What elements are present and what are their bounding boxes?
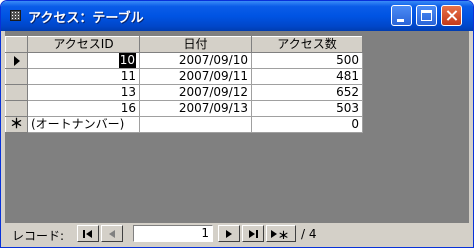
select-all-button[interactable] bbox=[5, 36, 28, 53]
header-row: アクセスID 日付 アクセス数 bbox=[5, 36, 363, 53]
row-selector[interactable] bbox=[5, 84, 28, 101]
datasheet-grid: アクセスID 日付 アクセス数 10 2007/09/10 500 11 200… bbox=[5, 36, 363, 133]
record-label: レコード: bbox=[12, 229, 65, 243]
datasheet-icon[interactable] bbox=[10, 10, 21, 21]
window-title: アクセス：テーブル bbox=[28, 11, 144, 26]
next-record-icon bbox=[226, 229, 232, 238]
record-navigation-bar: レコード: 1 ＊ / 4 bbox=[5, 223, 469, 245]
new-record-icon: ＊ bbox=[271, 229, 289, 239]
cell-date[interactable]: 2007/09/10 bbox=[139, 52, 252, 69]
new-record-row: ＊ (オートナンバー) 0 bbox=[5, 116, 363, 133]
column-header-access-id[interactable]: アクセスID bbox=[27, 36, 140, 53]
cell-access-id[interactable]: 16 bbox=[27, 100, 140, 117]
cell-value: 10 bbox=[118, 53, 136, 68]
svg-text:＊: ＊ bbox=[278, 229, 289, 239]
cell-access-id[interactable]: 13 bbox=[27, 84, 140, 101]
table-row: 16 2007/09/13 503 bbox=[5, 100, 363, 117]
cell-date[interactable]: 2007/09/13 bbox=[139, 100, 252, 117]
datasheet-area: アクセスID 日付 アクセス数 10 2007/09/10 500 11 200… bbox=[5, 31, 469, 245]
cell-access-id[interactable]: (オートナンバー) bbox=[27, 116, 140, 133]
last-record-button[interactable] bbox=[242, 225, 264, 242]
next-record-button[interactable] bbox=[218, 225, 240, 242]
cell-date[interactable]: 2007/09/12 bbox=[139, 84, 252, 101]
cell-access-count[interactable]: 503 bbox=[251, 100, 363, 117]
maximize-button[interactable] bbox=[416, 5, 437, 26]
table-row: 13 2007/09/12 652 bbox=[5, 84, 363, 101]
cell-access-id[interactable]: 11 bbox=[27, 68, 140, 85]
cell-access-count[interactable]: 481 bbox=[251, 68, 363, 85]
first-record-icon bbox=[83, 229, 92, 238]
previous-record-icon bbox=[109, 229, 115, 238]
record-number-input[interactable]: 1 bbox=[133, 225, 213, 242]
cell-access-count[interactable]: 500 bbox=[251, 52, 363, 69]
cell-access-id[interactable]: 10 bbox=[27, 52, 140, 69]
last-record-icon bbox=[249, 229, 258, 238]
close-icon bbox=[442, 6, 461, 25]
minimize-button[interactable] bbox=[391, 5, 412, 26]
current-record-icon bbox=[13, 55, 20, 66]
row-selector[interactable] bbox=[5, 68, 28, 85]
cell-access-count[interactable]: 0 bbox=[251, 116, 363, 133]
cell-date[interactable] bbox=[139, 116, 252, 133]
table-window: アクセス：テーブル アクセスID 日付 アクセス数 10 2007/09/10 … bbox=[0, 0, 474, 248]
row-selector[interactable]: ＊ bbox=[5, 116, 28, 133]
row-selector[interactable] bbox=[5, 100, 28, 117]
column-header-access-count[interactable]: アクセス数 bbox=[251, 36, 363, 53]
row-selector[interactable] bbox=[5, 52, 28, 69]
title-bar[interactable]: アクセス：テーブル bbox=[1, 1, 473, 31]
minimize-icon bbox=[397, 19, 404, 22]
table-row: 10 2007/09/10 500 bbox=[5, 52, 363, 69]
close-button[interactable] bbox=[441, 5, 462, 26]
record-total: / 4 bbox=[301, 227, 317, 241]
new-record-marker-icon: ＊ bbox=[9, 117, 23, 132]
table-row: 11 2007/09/11 481 bbox=[5, 68, 363, 85]
column-header-date[interactable]: 日付 bbox=[139, 36, 252, 53]
cell-date[interactable]: 2007/09/11 bbox=[139, 68, 252, 85]
previous-record-button[interactable] bbox=[101, 225, 123, 242]
first-record-button[interactable] bbox=[77, 225, 99, 242]
new-record-button[interactable]: ＊ bbox=[266, 225, 296, 242]
cell-access-count[interactable]: 652 bbox=[251, 84, 363, 101]
maximize-icon bbox=[421, 10, 432, 21]
